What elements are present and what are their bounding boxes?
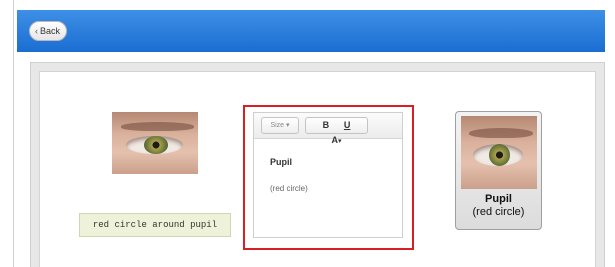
chevron-left-icon: ‹ bbox=[35, 26, 38, 36]
preview-subtitle: (red circle) bbox=[472, 206, 525, 218]
editor-text-title[interactable]: Pupil bbox=[270, 157, 292, 167]
editor-toolbar: Size ▾ B U A▾ bbox=[254, 113, 402, 145]
font-size-label: Size bbox=[270, 122, 285, 129]
back-button-label: Back bbox=[39, 26, 60, 36]
font-size-select[interactable]: Size ▾ bbox=[261, 117, 299, 134]
editor-text-subtitle[interactable]: (red circle) bbox=[270, 184, 308, 193]
eye-photo-icon bbox=[461, 116, 537, 189]
underline-button[interactable]: U bbox=[338, 118, 357, 133]
content-panel-inner: red circle around pupil Size ▾ B U A▾ Pu… bbox=[39, 71, 596, 267]
editor-highlight-frame: Size ▾ B U A▾ Pupil (red circle) bbox=[243, 105, 414, 250]
top-bar: ‹ Back bbox=[17, 10, 605, 52]
back-button[interactable]: ‹ Back bbox=[29, 21, 67, 41]
rich-text-editor[interactable]: Size ▾ B U A▾ Pupil (red circle) bbox=[253, 112, 403, 238]
chevron-down-icon: ▾ bbox=[337, 138, 342, 145]
preview-title: Pupil bbox=[485, 193, 512, 205]
content-panel: red circle around pupil Size ▾ B U A▾ Pu… bbox=[30, 62, 605, 267]
text-color-button[interactable]: A▾ bbox=[327, 133, 346, 149]
bold-button[interactable]: B bbox=[316, 118, 335, 133]
chevron-down-icon: ▾ bbox=[286, 122, 290, 129]
eye-photo-icon bbox=[112, 112, 198, 174]
card-preview[interactable]: Pupil (red circle) bbox=[455, 111, 542, 230]
format-button-group: B U A▾ bbox=[305, 117, 368, 145]
caption-box[interactable]: red circle around pupil bbox=[79, 213, 231, 237]
left-divider bbox=[0, 0, 14, 267]
